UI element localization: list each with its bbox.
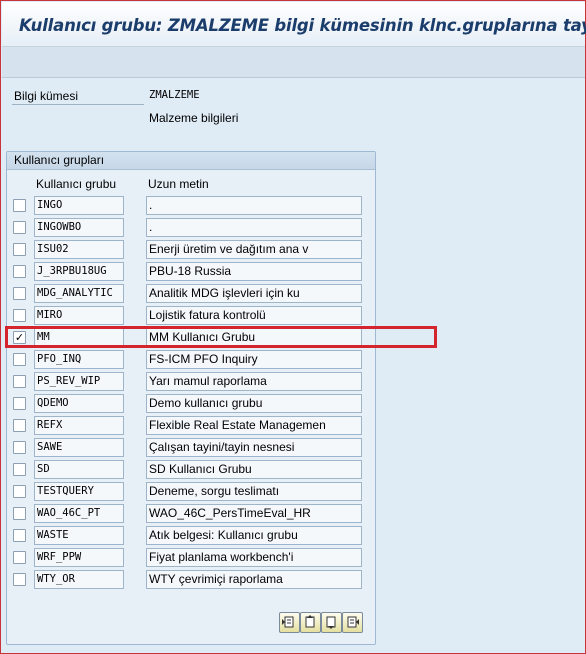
table-row: PS_REV_WIP Yarı mamul raporlama xyxy=(7,371,375,393)
table-row: SAWE Çalışan tayini/tayin nesnesi xyxy=(7,437,375,459)
table-row: MIRO Lojistik fatura kontrolü xyxy=(7,305,375,327)
scroll-last-page-button[interactable] xyxy=(342,612,363,633)
scroll-last-page-icon xyxy=(347,616,359,628)
application-toolbar xyxy=(2,47,585,78)
long-text-field[interactable]: Çalışan tayini/tayin nesnesi xyxy=(146,438,362,457)
long-text-field[interactable]: Yarı mamul raporlama xyxy=(146,372,362,391)
row-select-checkbox[interactable] xyxy=(13,441,26,454)
table-row: WTY_OR WTY çevrimiçi raporlama xyxy=(7,569,375,591)
long-text-field[interactable]: Demo kullanıcı grubu xyxy=(146,394,362,413)
user-group-field[interactable]: QDEMO xyxy=(34,394,124,413)
user-groups-box-header: Kullanıcı grupları xyxy=(7,152,375,170)
infoset-value: ZMALZEME xyxy=(149,89,200,101)
user-groups-box: Kullanıcı grupları Kullanıcı grubu Uzun … xyxy=(6,151,376,645)
row-select-checkbox[interactable] xyxy=(13,353,26,366)
table-row: SD SD Kullanıcı Grubu xyxy=(7,459,375,481)
long-text-field[interactable]: Analitik MDG işlevleri için ku xyxy=(146,284,362,303)
table-row: INGO. xyxy=(7,195,375,217)
table-row: WAO_46C_PT WAO_46C_PersTimeEval_HR xyxy=(7,503,375,525)
user-group-field[interactable]: INGO xyxy=(34,196,124,215)
user-group-field[interactable]: TESTQUERY xyxy=(34,482,124,501)
user-groups-box-title: Kullanıcı grupları xyxy=(14,153,105,167)
row-select-checkbox[interactable] xyxy=(13,265,26,278)
table-row: REFX Flexible Real Estate Managemen xyxy=(7,415,375,437)
long-text-field[interactable]: WTY çevrimiçi raporlama xyxy=(146,570,362,589)
table-row: TESTQUERY Deneme, sorgu teslimatı xyxy=(7,481,375,503)
scroll-next-page-icon xyxy=(326,616,336,629)
long-text-field[interactable]: Atık belgesi: Kullanıcı grubu xyxy=(146,526,362,545)
user-group-field[interactable]: SD xyxy=(34,460,124,479)
scroll-first-page-icon xyxy=(282,616,294,628)
row-select-checkbox[interactable] xyxy=(13,199,26,212)
long-text-field[interactable]: Deneme, sorgu teslimatı xyxy=(146,482,362,501)
user-group-field[interactable]: PFO_INQ xyxy=(34,350,124,369)
row-select-checkbox[interactable] xyxy=(13,221,26,234)
row-select-checkbox[interactable] xyxy=(13,419,26,432)
table-row: ISU02 Enerji üretim ve dağıtım ana v xyxy=(7,239,375,261)
row-select-checkbox[interactable] xyxy=(13,309,26,322)
long-text-field[interactable]: . xyxy=(146,196,362,215)
long-text-field[interactable]: PBU-18 Russia xyxy=(146,262,362,281)
scroll-previous-page-button[interactable] xyxy=(300,612,321,633)
infoset-label: Bilgi kümesi xyxy=(14,89,79,103)
long-text-field[interactable]: SD Kullanıcı Grubu xyxy=(146,460,362,479)
column-header-long-text: Uzun metin xyxy=(148,177,209,191)
user-group-field[interactable]: WTY_OR xyxy=(34,570,124,589)
infoset-description: Malzeme bilgileri xyxy=(149,111,239,125)
scroll-first-page-button[interactable] xyxy=(279,612,300,633)
user-group-field[interactable]: MIRO xyxy=(34,306,124,325)
user-group-field[interactable]: SAWE xyxy=(34,438,124,457)
user-group-field[interactable]: PS_REV_WIP xyxy=(34,372,124,391)
user-group-field[interactable]: REFX xyxy=(34,416,124,435)
scroll-next-page-button[interactable] xyxy=(321,612,342,633)
row-select-checkbox[interactable] xyxy=(13,485,26,498)
user-group-field[interactable]: WAO_46C_PT xyxy=(34,504,124,523)
table-row: MDG_ANALYTIC Analitik MDG işlevleri için … xyxy=(7,283,375,305)
table-row: WASTE Atık belgesi: Kullanıcı grubu xyxy=(7,525,375,547)
long-text-field[interactable]: Fiyat planlama workbench'i xyxy=(146,548,362,567)
user-group-field[interactable]: WASTE xyxy=(34,526,124,545)
row-select-checkbox[interactable] xyxy=(13,551,26,564)
table-row: PFO_INQ FS-ICM PFO Inquiry xyxy=(7,349,375,371)
title-bar: Kullanıcı grubu: ZMALZEME bilgi kümesini… xyxy=(2,2,586,47)
row-select-checkbox[interactable] xyxy=(13,507,26,520)
row-select-checkbox[interactable] xyxy=(13,243,26,256)
user-group-field[interactable]: ISU02 xyxy=(34,240,124,259)
long-text-field[interactable]: . xyxy=(146,218,362,237)
long-text-field[interactable]: Lojistik fatura kontrolü xyxy=(146,306,362,325)
user-group-field[interactable]: WRF_PPW xyxy=(34,548,124,567)
row-select-checkbox[interactable] xyxy=(13,375,26,388)
window-title: Kullanıcı grubu: ZMALZEME bilgi kümesini… xyxy=(19,16,586,35)
infoset-label-underline xyxy=(12,104,144,105)
table-row: WRF_PPW Fiyat planlama workbench'i xyxy=(7,547,375,569)
long-text-field[interactable]: WAO_46C_PersTimeEval_HR xyxy=(146,504,362,523)
user-group-field[interactable]: J_3RPBU18UG xyxy=(34,262,124,281)
row-select-checkbox[interactable] xyxy=(13,397,26,410)
long-text-field[interactable]: Flexible Real Estate Managemen xyxy=(146,416,362,435)
long-text-field[interactable]: Enerji üretim ve dağıtım ana v xyxy=(146,240,362,259)
row-select-checkbox[interactable] xyxy=(13,287,26,300)
row-select-checkbox[interactable] xyxy=(13,463,26,476)
table-row: QDEMO Demo kullanıcı grubu xyxy=(7,393,375,415)
highlight-box xyxy=(5,326,437,348)
scroll-previous-page-icon xyxy=(305,615,315,628)
table-row: INGOWBO. xyxy=(7,217,375,239)
row-select-checkbox[interactable] xyxy=(13,529,26,542)
user-group-field[interactable]: INGOWBO xyxy=(34,218,124,237)
column-header-user-group: Kullanıcı grubu xyxy=(36,177,117,191)
table-row: J_3RPBU18UG PBU-18 Russia xyxy=(7,261,375,283)
user-group-field[interactable]: MDG_ANALYTIC xyxy=(34,284,124,303)
long-text-field[interactable]: FS-ICM PFO Inquiry xyxy=(146,350,362,369)
row-select-checkbox[interactable] xyxy=(13,573,26,586)
